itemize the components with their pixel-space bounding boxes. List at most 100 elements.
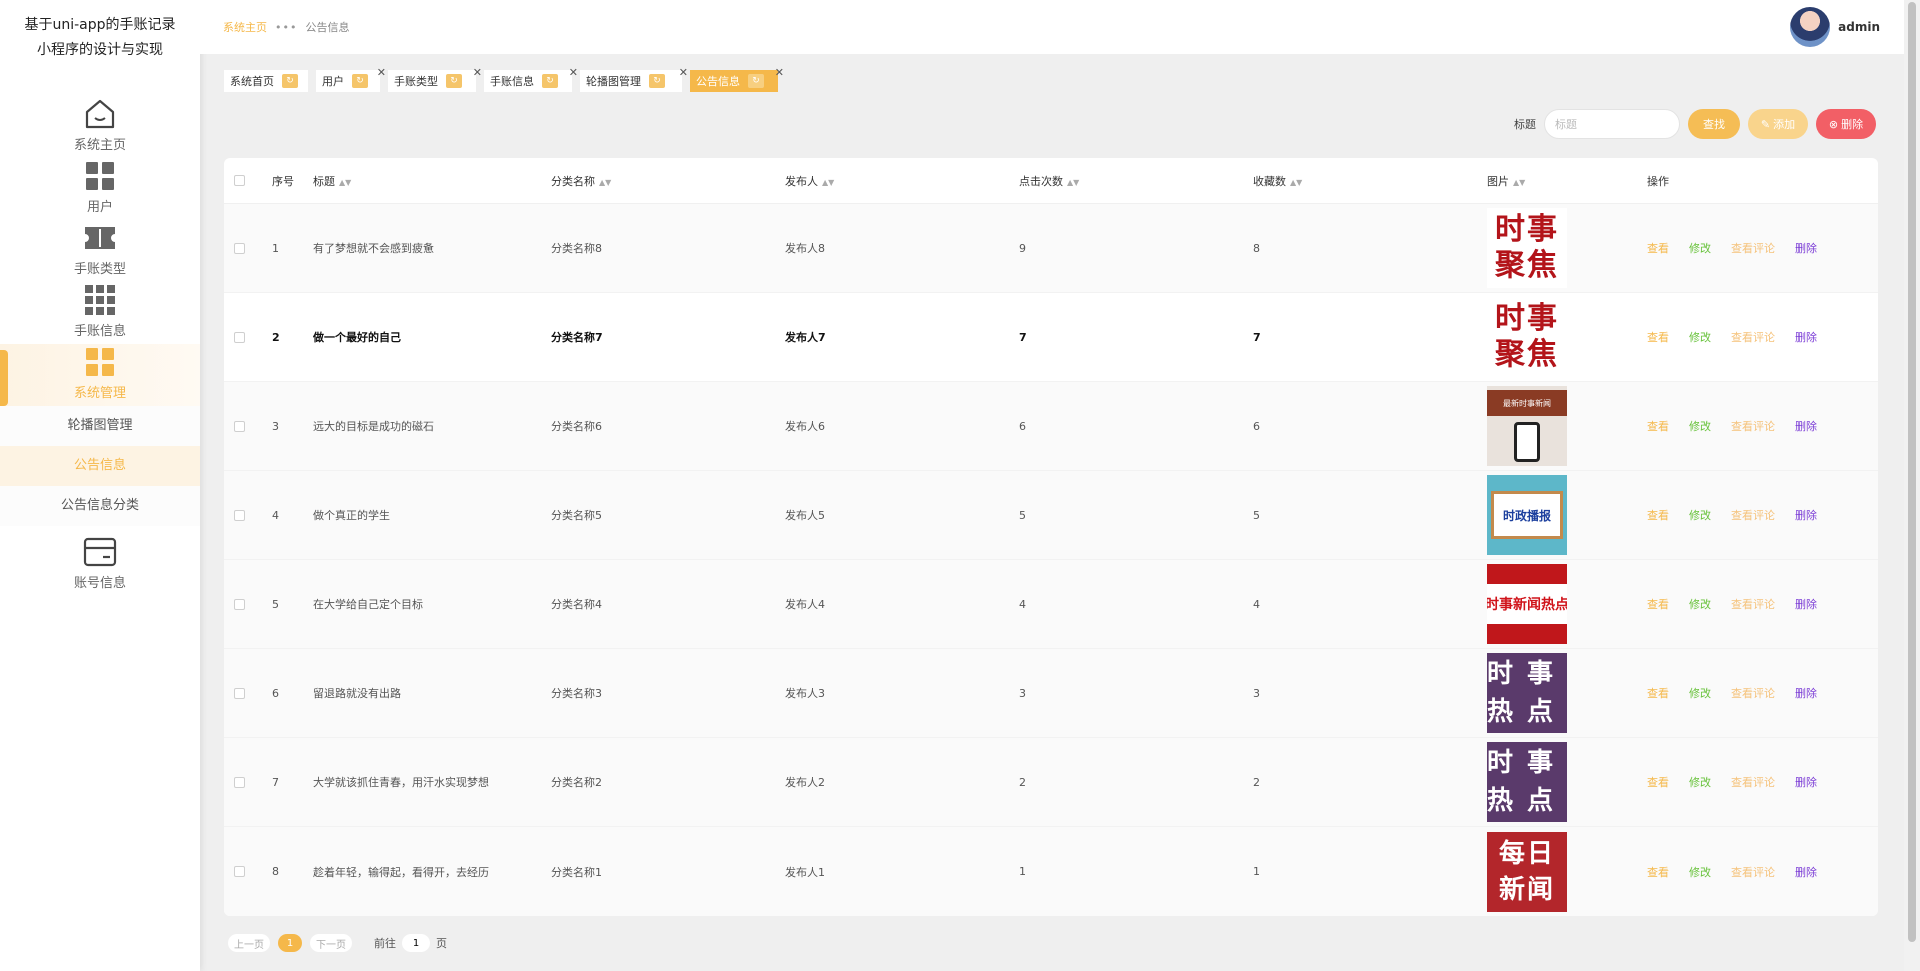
announcement-image[interactable]: 时政播报 bbox=[1487, 475, 1567, 555]
edit-link[interactable]: 修改 bbox=[1689, 507, 1711, 523]
view-link[interactable]: 查看 bbox=[1647, 864, 1669, 880]
row-checkbox[interactable] bbox=[234, 331, 245, 343]
tab-carousel[interactable]: 轮播图管理 ↻ ✕ bbox=[580, 66, 688, 92]
delete-link[interactable]: 删除 bbox=[1795, 240, 1817, 256]
delete-link[interactable]: 删除 bbox=[1795, 774, 1817, 790]
avatar[interactable] bbox=[1790, 7, 1831, 47]
view-link[interactable]: 查看 bbox=[1647, 596, 1669, 612]
row-checkbox[interactable] bbox=[234, 509, 245, 521]
col-title[interactable]: 标题 ▲▼ bbox=[313, 173, 551, 189]
refresh-icon[interactable]: ↻ bbox=[748, 74, 764, 88]
view-link[interactable]: 查看 bbox=[1647, 418, 1669, 434]
row-checkbox[interactable] bbox=[234, 866, 245, 877]
sidebar-item-notebook-type[interactable]: 手账类型 bbox=[0, 220, 200, 282]
page-number-current[interactable]: 1 bbox=[278, 934, 302, 952]
announcement-image[interactable]: 时事热点 bbox=[1487, 653, 1567, 733]
close-icon[interactable]: ✕ bbox=[775, 66, 784, 79]
scrollbar-thumb[interactable] bbox=[1908, 2, 1916, 942]
view-link[interactable]: 查看 bbox=[1647, 240, 1669, 256]
sidebar-item-account[interactable]: 账号信息 bbox=[0, 534, 200, 596]
view-link[interactable]: 查看 bbox=[1647, 774, 1669, 790]
announcement-image[interactable]: 时事热点 bbox=[1487, 742, 1567, 822]
col-favorites[interactable]: 收藏数 ▲▼ bbox=[1253, 173, 1487, 189]
select-all-checkbox[interactable] bbox=[234, 175, 245, 186]
batch-delete-button[interactable]: ⊗ 删除 bbox=[1816, 109, 1876, 139]
delete-link[interactable]: 删除 bbox=[1795, 864, 1817, 880]
view-comments-link[interactable]: 查看评论 bbox=[1731, 864, 1775, 880]
tab-users[interactable]: 用户 ↻ ✕ bbox=[316, 66, 386, 92]
view-comments-link[interactable]: 查看评论 bbox=[1731, 240, 1775, 256]
refresh-icon[interactable]: ↻ bbox=[542, 74, 558, 88]
prev-page-button[interactable]: 上一页 bbox=[228, 934, 270, 952]
search-button[interactable]: 查找 bbox=[1688, 109, 1740, 139]
view-comments-link[interactable]: 查看评论 bbox=[1731, 596, 1775, 612]
announcement-image[interactable]: 时事新闻热点 bbox=[1487, 564, 1567, 644]
view-comments-link[interactable]: 查看评论 bbox=[1731, 418, 1775, 434]
announcement-image[interactable]: 最新时事新闻 bbox=[1487, 386, 1567, 466]
refresh-icon[interactable]: ↻ bbox=[352, 74, 368, 88]
edit-link[interactable]: 修改 bbox=[1689, 240, 1711, 256]
delete-link[interactable]: 删除 bbox=[1795, 418, 1817, 434]
edit-link[interactable]: 修改 bbox=[1689, 329, 1711, 345]
tab-notebook-info[interactable]: 手账信息 ↻ ✕ bbox=[484, 66, 578, 92]
row-checkbox[interactable] bbox=[234, 420, 245, 432]
col-category[interactable]: 分类名称 ▲▼ bbox=[551, 173, 785, 189]
sort-icon[interactable]: ▲▼ bbox=[599, 178, 611, 187]
sidebar-item-system-management[interactable]: 系统管理 bbox=[0, 344, 200, 406]
sort-icon[interactable]: ▲▼ bbox=[339, 178, 351, 187]
edit-link[interactable]: 修改 bbox=[1689, 418, 1711, 434]
row-checkbox[interactable] bbox=[234, 598, 245, 610]
close-icon[interactable]: ✕ bbox=[377, 66, 386, 79]
edit-link[interactable]: 修改 bbox=[1689, 685, 1711, 701]
delete-link[interactable]: 删除 bbox=[1795, 329, 1817, 345]
submenu-item-carousel[interactable]: 轮播图管理 bbox=[0, 406, 200, 446]
view-link[interactable]: 查看 bbox=[1647, 507, 1669, 523]
row-checkbox[interactable] bbox=[234, 776, 245, 788]
title-search-input[interactable] bbox=[1544, 109, 1680, 139]
sort-icon[interactable]: ▲▼ bbox=[1290, 178, 1302, 187]
refresh-icon[interactable]: ↻ bbox=[282, 74, 298, 88]
row-checkbox[interactable] bbox=[234, 687, 245, 699]
goto-page-input[interactable] bbox=[402, 934, 430, 952]
close-icon[interactable]: ✕ bbox=[679, 66, 688, 79]
view-comments-link[interactable]: 查看评论 bbox=[1731, 507, 1775, 523]
delete-link[interactable]: 删除 bbox=[1795, 507, 1817, 523]
tab-notebook-type[interactable]: 手账类型 ↻ ✕ bbox=[388, 66, 482, 92]
close-icon[interactable]: ✕ bbox=[473, 66, 482, 79]
view-link[interactable]: 查看 bbox=[1647, 685, 1669, 701]
col-clicks[interactable]: 点击次数 ▲▼ bbox=[1019, 173, 1253, 189]
add-button[interactable]: ✎ 添加 bbox=[1748, 109, 1808, 139]
col-publisher[interactable]: 发布人 ▲▼ bbox=[785, 173, 1019, 189]
username[interactable]: admin bbox=[1838, 20, 1880, 34]
sidebar-item-notebook-info[interactable]: 手账信息 bbox=[0, 282, 200, 344]
col-image[interactable]: 图片 ▲▼ bbox=[1487, 173, 1647, 189]
submenu-item-announcement-category[interactable]: 公告信息分类 bbox=[0, 486, 200, 526]
page-scrollbar[interactable] bbox=[1904, 0, 1920, 971]
delete-link[interactable]: 删除 bbox=[1795, 685, 1817, 701]
view-comments-link[interactable]: 查看评论 bbox=[1731, 329, 1775, 345]
next-page-button[interactable]: 下一页 bbox=[310, 934, 352, 952]
tab-announcements[interactable]: 公告信息 ↻ ✕ bbox=[690, 66, 784, 92]
view-comments-link[interactable]: 查看评论 bbox=[1731, 685, 1775, 701]
row-checkbox[interactable] bbox=[234, 242, 245, 254]
sort-icon[interactable]: ▲▼ bbox=[822, 178, 834, 187]
announcement-image[interactable]: 时事聚焦 bbox=[1487, 297, 1567, 377]
edit-link[interactable]: 修改 bbox=[1689, 864, 1711, 880]
sort-icon[interactable]: ▲▼ bbox=[1513, 178, 1525, 187]
close-icon[interactable]: ✕ bbox=[569, 66, 578, 79]
announcement-image[interactable]: 时事聚焦 bbox=[1487, 208, 1567, 288]
user-menu[interactable]: admin bbox=[1790, 7, 1880, 47]
view-link[interactable]: 查看 bbox=[1647, 329, 1669, 345]
announcement-image[interactable]: 每日新闻 bbox=[1487, 831, 1567, 912]
breadcrumb-home[interactable]: 系统主页 bbox=[223, 19, 267, 35]
submenu-item-announcements[interactable]: 公告信息 bbox=[0, 446, 200, 486]
refresh-icon[interactable]: ↻ bbox=[446, 74, 462, 88]
sidebar-item-home[interactable]: 系统主页 bbox=[0, 96, 200, 158]
sidebar-item-users[interactable]: 用户 bbox=[0, 158, 200, 220]
refresh-icon[interactable]: ↻ bbox=[649, 74, 665, 88]
delete-link[interactable]: 删除 bbox=[1795, 596, 1817, 612]
edit-link[interactable]: 修改 bbox=[1689, 596, 1711, 612]
sort-icon[interactable]: ▲▼ bbox=[1067, 178, 1079, 187]
edit-link[interactable]: 修改 bbox=[1689, 774, 1711, 790]
tab-home[interactable]: 系统首页 ↻ bbox=[224, 70, 308, 92]
